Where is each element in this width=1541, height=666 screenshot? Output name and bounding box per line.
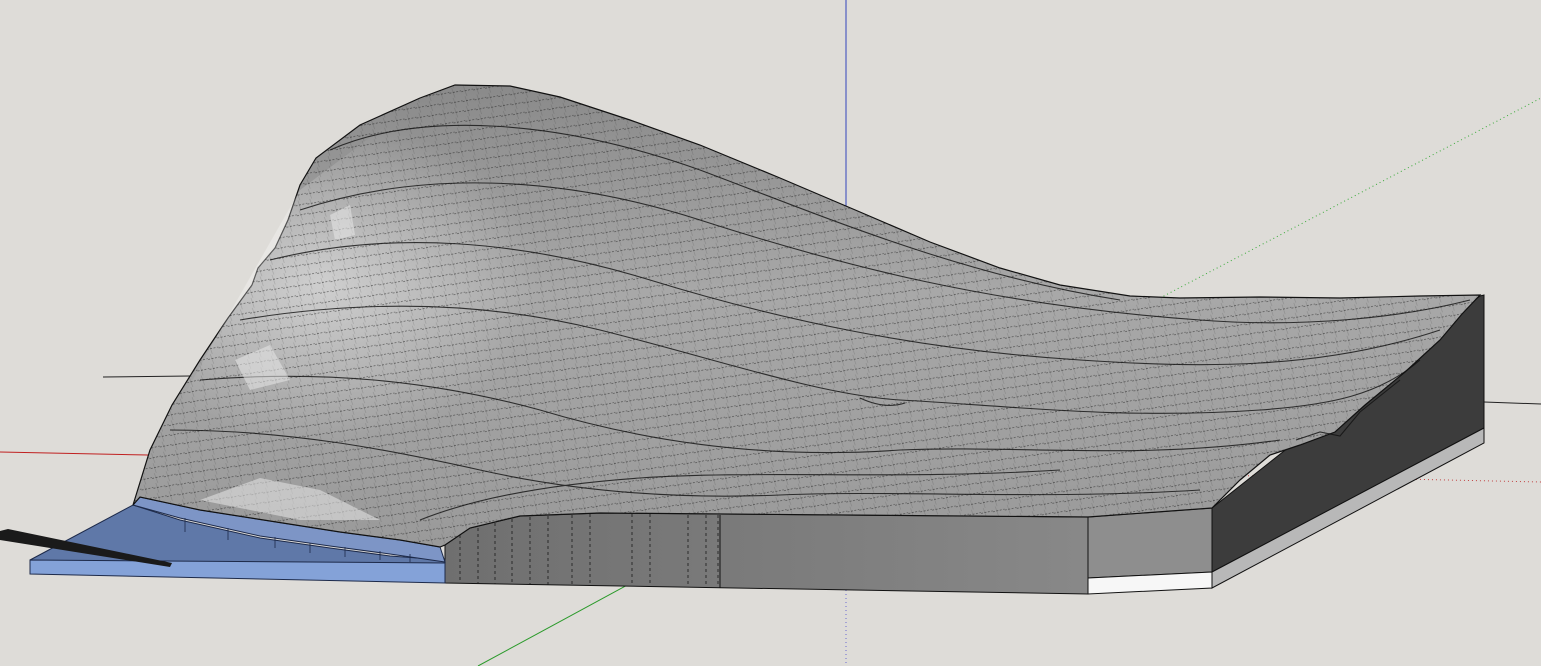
- black-guide-line: [102, 375, 191, 378]
- black-guide-line-right: [1483, 401, 1541, 405]
- red-axis-solid: [0, 451, 149, 456]
- base-front-right-segment[interactable]: [1087, 507, 1213, 579]
- modeling-viewport[interactable]: [0, 0, 1541, 666]
- green-axis-hidden: [1159, 97, 1541, 299]
- selected-front-strip[interactable]: [29, 559, 446, 584]
- terrain-scene[interactable]: [0, 0, 1541, 666]
